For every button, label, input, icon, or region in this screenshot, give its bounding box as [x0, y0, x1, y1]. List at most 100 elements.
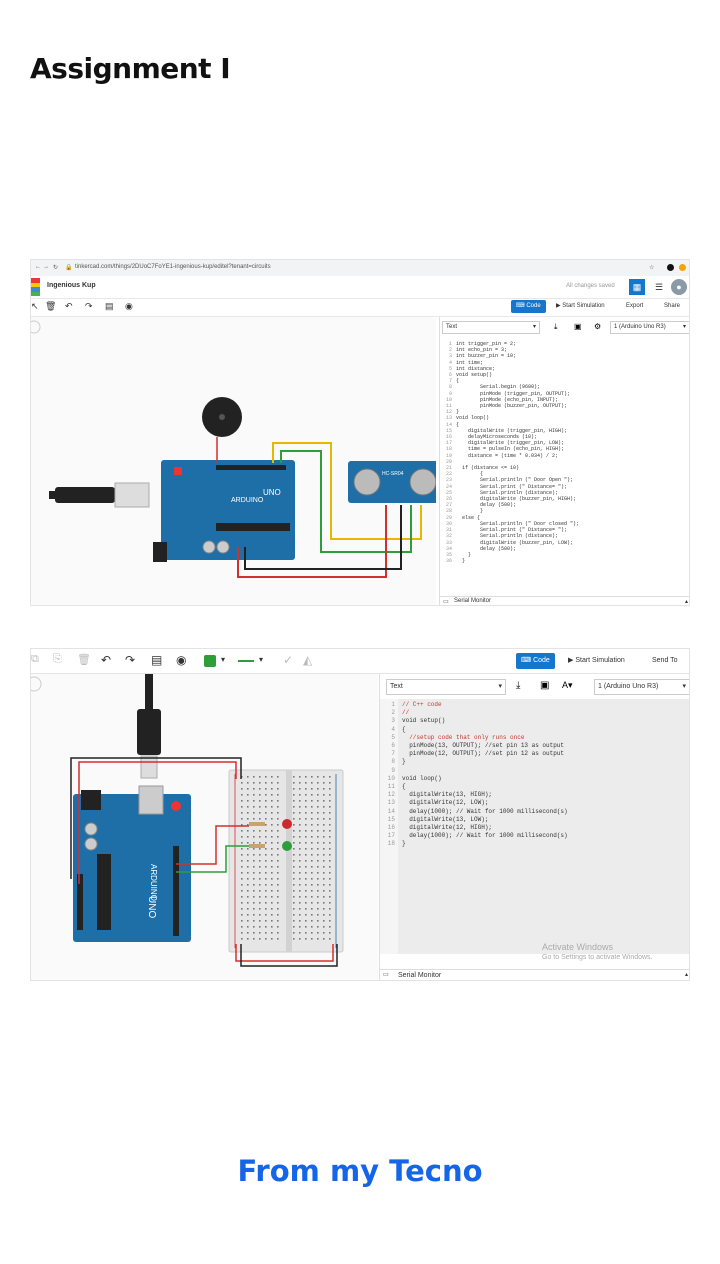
breadboard-hole: [271, 848, 273, 850]
profile-icon[interactable]: [679, 264, 686, 271]
extension-icon[interactable]: [667, 264, 674, 271]
browser-address-bar[interactable]: ← → ↻ 🔒 tinkercad.com/things/2DUoC7FoYE1…: [31, 260, 689, 276]
breadboard-hole: [305, 938, 307, 940]
delete-icon[interactable]: 🗑: [77, 653, 91, 666]
project-title[interactable]: Ingenious Kup: [47, 282, 96, 289]
breadboard-hole: [311, 824, 313, 826]
breadboard-hole: [305, 800, 307, 802]
notes-icon[interactable]: ▤: [105, 301, 114, 312]
breadboard-hole: [317, 794, 319, 796]
start-simulation-button[interactable]: ▶ Start Simulation: [563, 653, 630, 669]
circuit-view-icon[interactable]: ▦: [629, 279, 645, 295]
align-icon[interactable]: ✓: [283, 653, 293, 667]
flip-icon[interactable]: ◭: [303, 653, 312, 667]
breadboard-hole: [329, 854, 331, 856]
breadboard-hole: [323, 938, 325, 940]
code-mode-select[interactable]: Text ▾: [386, 679, 506, 695]
copy-icon[interactable]: ⧉: [31, 653, 39, 666]
breadboard-hole: [323, 884, 325, 886]
breadboard-hole: [329, 824, 331, 826]
send-to-button[interactable]: Send To: [647, 653, 683, 669]
breadboard-hole: [259, 860, 261, 862]
breadboard-hole: [271, 842, 273, 844]
rotate-icon[interactable]: ↖: [31, 301, 39, 312]
chevron-down-icon[interactable]: ▾: [259, 655, 263, 664]
back-arrow-icon[interactable]: ←: [35, 264, 41, 270]
start-simulation-button[interactable]: ▶ Start Simulation: [551, 300, 610, 313]
circuit-canvas[interactable]: ARDUINO UNO: [31, 674, 378, 980]
notes-icon[interactable]: ▤: [151, 653, 162, 667]
breadboard-hole: [305, 890, 307, 892]
serial-monitor-bar[interactable]: ▭ Serial Monitor ▴: [380, 969, 689, 980]
undo-icon[interactable]: ↶: [65, 301, 73, 312]
breadboard-hole: [271, 830, 273, 832]
star-icon[interactable]: ☆: [649, 264, 654, 271]
breadboard-hole: [323, 926, 325, 928]
wire-color-swatch[interactable]: [204, 655, 216, 667]
breadboard-hole: [293, 872, 295, 874]
breadboard-hole: [259, 866, 261, 868]
breadboard-hole: [253, 932, 255, 934]
visibility-icon[interactable]: ◉: [176, 653, 186, 667]
code-line: pinMode(12, OUTPUT); //set pin 12 as out…: [402, 750, 565, 758]
forward-arrow-icon[interactable]: →: [43, 264, 49, 270]
digital-header: [173, 846, 179, 936]
list-view-icon[interactable]: ☰: [651, 279, 667, 295]
download-icon[interactable]: ⤓: [554, 322, 558, 332]
board-select[interactable]: 1 (Arduino Uno R3) ▾: [610, 321, 689, 334]
breadboard-hole: [293, 812, 295, 814]
breadboard-hole: [329, 914, 331, 916]
paste-icon[interactable]: ⎘: [53, 653, 62, 666]
serial-monitor-bar[interactable]: ▭ Serial Monitor ▴: [440, 596, 689, 605]
code-mode-select[interactable]: Text ▾: [442, 321, 540, 334]
user-avatar[interactable]: ●: [671, 279, 687, 295]
font-size-icon[interactable]: A▾: [562, 680, 573, 691]
breadboard-hole: [293, 866, 295, 868]
sensor-transducer: [353, 468, 381, 496]
breadboard-hole: [241, 806, 243, 808]
code-editor[interactable]: int trigger_pin = 2; int echo_pin = 3; int…: [456, 341, 579, 564]
tinkercad-logo-icon[interactable]: [31, 278, 40, 296]
power-jack: [81, 790, 101, 810]
breadboard-hole: [305, 866, 307, 868]
breadboard-hole: [247, 830, 249, 832]
breadboard-hole: [265, 896, 267, 898]
circuit-canvas[interactable]: ARDUINO UNO HC-SR04: [31, 317, 438, 605]
libraries-icon[interactable]: ▣: [574, 322, 582, 331]
code-line: delay(1000); // Wait for 1000 millisecon…: [402, 832, 568, 840]
breadboard-hole: [323, 860, 325, 862]
delete-icon[interactable]: 🗑: [45, 301, 56, 312]
wire-type-icon[interactable]: [238, 660, 254, 662]
breadboard-hole: [277, 836, 279, 838]
share-button[interactable]: Share: [659, 300, 685, 313]
led-green: [282, 841, 292, 851]
code-mode-value: Text: [446, 324, 458, 330]
libraries-icon[interactable]: ▣: [540, 680, 549, 691]
breadboard-hole: [323, 908, 325, 910]
download-icon[interactable]: ⤓: [516, 680, 520, 691]
redo-icon[interactable]: ↷: [85, 301, 93, 312]
breadboard-hole: [317, 908, 319, 910]
board-select[interactable]: 1 (Arduino Uno R3) ▾: [594, 679, 689, 695]
breadboard-hole: [271, 914, 273, 916]
redo-icon[interactable]: ↷: [125, 653, 135, 667]
visibility-icon[interactable]: ◉: [125, 301, 133, 312]
chevron-down-icon[interactable]: ▾: [221, 655, 225, 664]
undo-icon[interactable]: ↶: [101, 653, 111, 667]
export-button[interactable]: Export: [621, 300, 648, 313]
url-text[interactable]: tinkercad.com/things/2DUoC7FoYE1-ingenio…: [75, 264, 271, 270]
code-button[interactable]: ⌨ Code: [511, 300, 546, 313]
code-editor[interactable]: // C++ code//void setup(){ //setup code …: [402, 701, 568, 849]
code-line: // C++ code: [402, 701, 442, 708]
debugger-icon[interactable]: ⚙: [594, 322, 601, 331]
app-header: Ingenious Kup All changes saved ▦ ☰ ●: [31, 276, 689, 299]
breadboard-hole: [311, 806, 313, 808]
code-mode-value: Text: [390, 683, 403, 690]
breadboard-hole: [329, 926, 331, 928]
breadboard-hole: [253, 800, 255, 802]
breadboard-hole: [247, 812, 249, 814]
breadboard-channel: [286, 770, 292, 952]
reload-icon[interactable]: ↻: [53, 264, 58, 271]
breadboard-hole: [323, 878, 325, 880]
code-button[interactable]: ⌨ Code: [516, 653, 555, 669]
